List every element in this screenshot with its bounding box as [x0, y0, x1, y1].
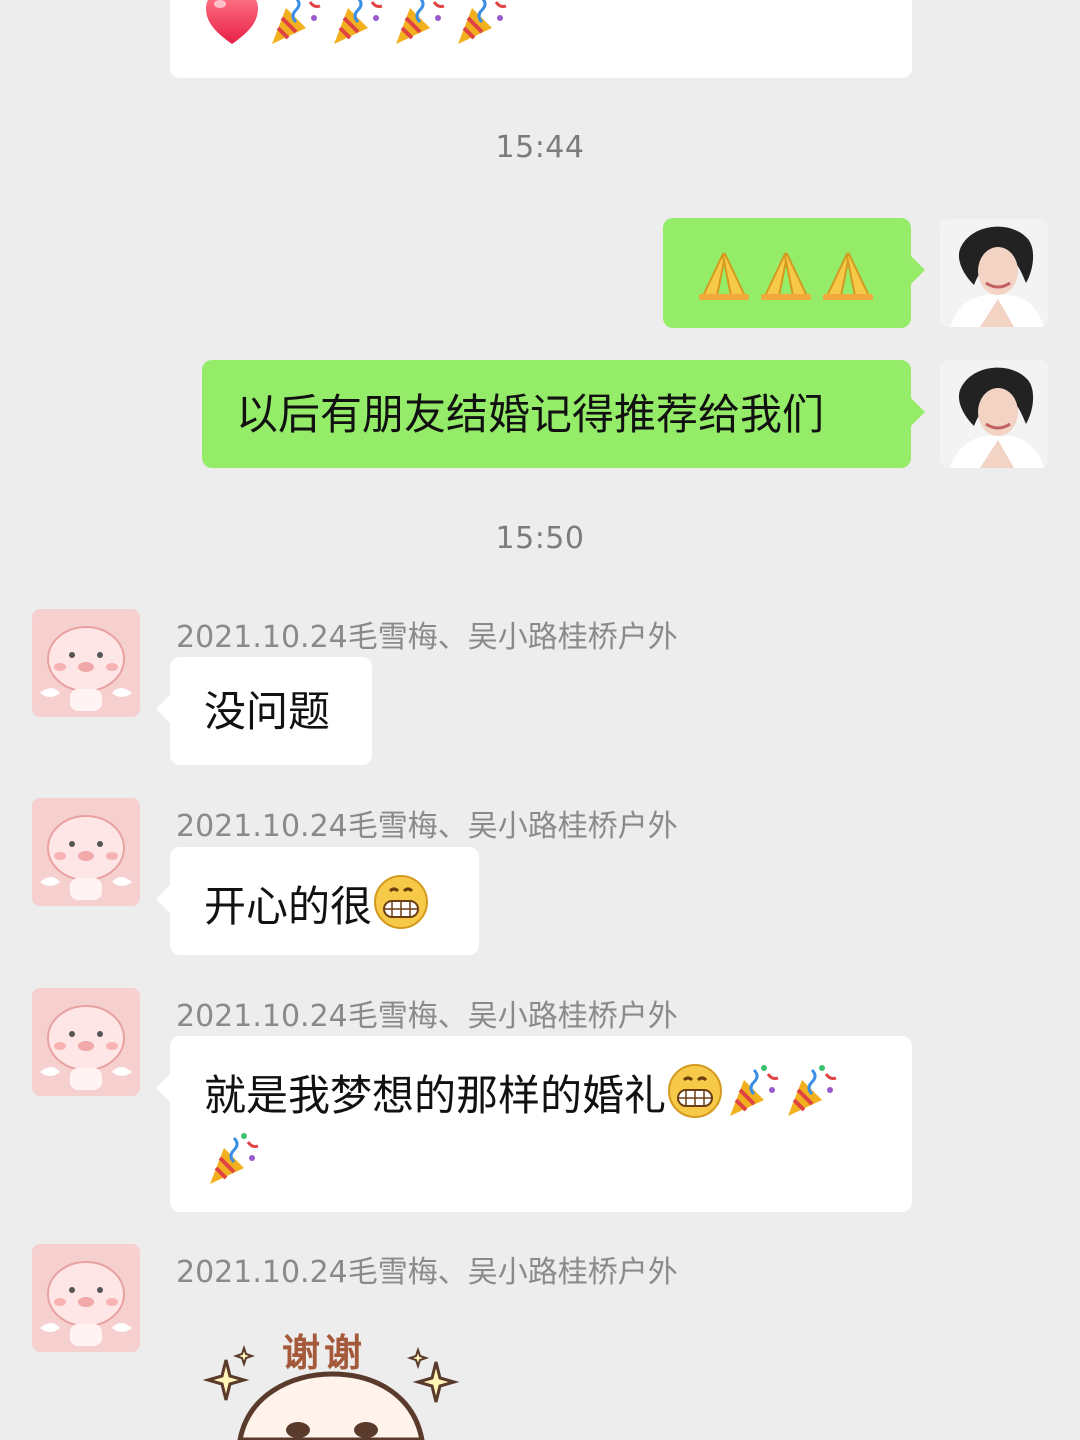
party-popper-icon [458, 0, 507, 44]
chat-window: 15:44 以后有朋友结婚记得推荐给我们 15:50 2021.10.24毛雪梅… [0, 0, 1080, 1440]
sticker-message[interactable]: 谢谢 [200, 1312, 470, 1440]
message-text: 就是我梦想的那样的婚礼 [204, 1071, 667, 1120]
party-popper-icon [272, 0, 321, 44]
prayer-hands-icon [823, 252, 873, 300]
outgoing-message-bubble[interactable]: 以后有朋友结婚记得推荐给我们 [202, 360, 925, 468]
sticker-illustration [202, 1344, 460, 1440]
contact-avatar[interactable] [32, 609, 140, 717]
message-text: 没问题 [204, 687, 331, 736]
incoming-message-bubble[interactable]: 就是我梦想的那样的婚礼 [156, 1036, 912, 1212]
incoming-message-bubble[interactable]: 没问题 [156, 657, 372, 765]
sender-name: 2021.10.24毛雪梅、吴小路桂桥户外 [176, 620, 678, 655]
contact-avatar[interactable] [32, 1244, 140, 1352]
contact-avatar[interactable] [32, 798, 140, 906]
incoming-message-bubble[interactable]: 开心的很 [156, 847, 479, 955]
sender-name: 2021.10.24毛雪梅、吴小路桂桥户外 [176, 1255, 678, 1290]
prayer-hands-icon [699, 252, 749, 300]
sender-name: 2021.10.24毛雪梅、吴小路桂桥户外 [176, 999, 678, 1034]
timestamp: 15:50 [495, 521, 585, 556]
message-text: 以后有朋友结婚记得推荐给我们 [236, 390, 825, 439]
heart-icon [206, 0, 258, 44]
party-popper-icon [788, 1065, 837, 1116]
sender-name: 2021.10.24毛雪梅、吴小路桂桥户外 [176, 809, 678, 844]
self-avatar[interactable] [940, 360, 1048, 468]
party-popper-icon [334, 0, 383, 44]
timestamp: 15:44 [495, 130, 585, 165]
outgoing-message-bubble[interactable] [663, 218, 925, 328]
grinning-face-icon [668, 1064, 723, 1118]
message-text: 开心的很 [204, 882, 373, 931]
contact-avatar[interactable] [32, 988, 140, 1096]
prayer-hands-icon [761, 252, 811, 300]
party-popper-icon [210, 1132, 259, 1184]
grinning-face-icon [374, 875, 429, 929]
party-popper-icon [396, 0, 445, 44]
self-avatar[interactable] [940, 219, 1048, 327]
message-bubble-top[interactable] [170, 0, 912, 78]
party-popper-icon [730, 1065, 779, 1116]
